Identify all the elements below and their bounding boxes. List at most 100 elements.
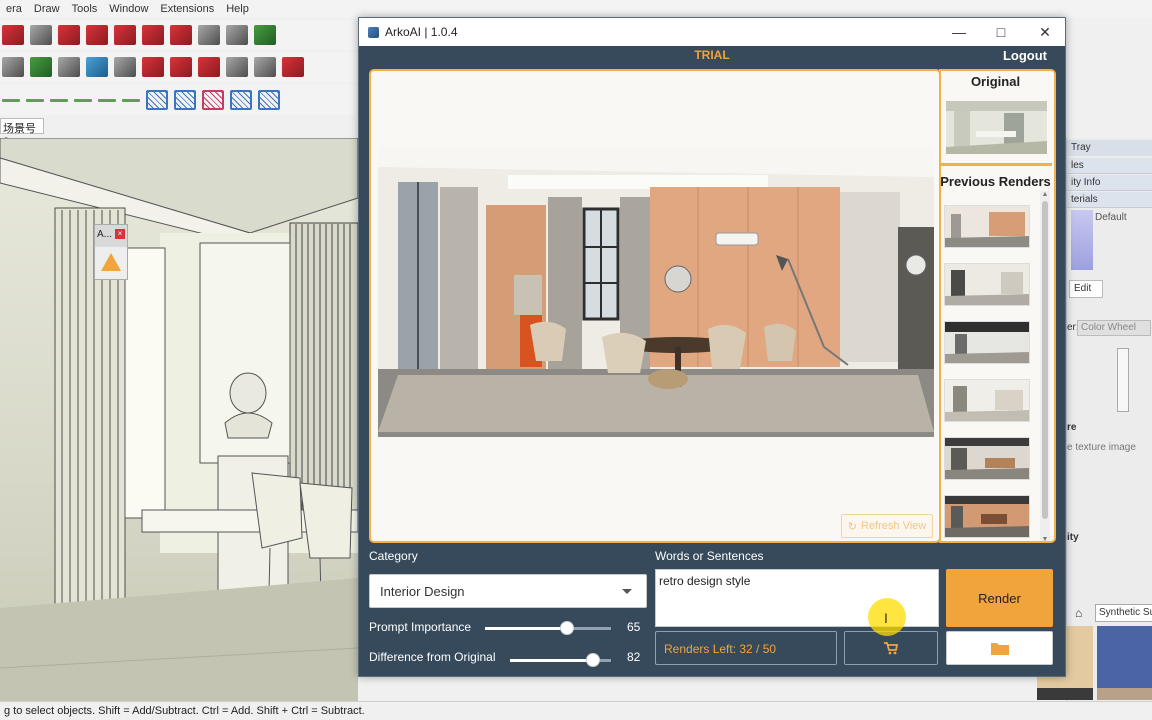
scrollbar-thumb[interactable] [1042, 201, 1048, 519]
launcher-close-icon[interactable]: × [115, 229, 125, 239]
previous-render-thumb[interactable] [944, 437, 1030, 480]
original-heading: Original [970, 74, 1021, 89]
close-icon[interactable]: ✕ [1023, 18, 1067, 46]
scene-tab[interactable]: 场景号2 [0, 118, 44, 148]
menu-extensions[interactable]: Extensions [154, 0, 220, 18]
push-pull-icon[interactable] [58, 25, 80, 45]
drape-icon[interactable] [198, 57, 220, 77]
edge-remove-icon[interactable] [50, 98, 68, 102]
minimize-icon[interactable]: — [937, 18, 981, 46]
previous-render-thumb[interactable] [944, 379, 1030, 422]
follow-me-icon[interactable] [86, 25, 108, 45]
stamp-icon[interactable] [170, 57, 192, 77]
scroll-down-icon[interactable]: ▼ [1041, 536, 1049, 541]
text-cursor-icon: I [884, 610, 888, 626]
difference-slider[interactable] [510, 653, 611, 667]
text-tool-icon[interactable] [226, 25, 248, 45]
prompt-importance-slider[interactable] [485, 621, 611, 635]
face-style-icon[interactable] [30, 57, 52, 77]
home-icon[interactable]: ⌂ [1075, 606, 1082, 620]
flip-edge-icon[interactable] [254, 57, 276, 77]
target-icon[interactable] [114, 57, 136, 77]
from-contours-icon[interactable] [282, 57, 304, 77]
line-remove-icon[interactable] [122, 98, 140, 102]
opacity-label: ity [1067, 532, 1079, 543]
tray-panel-styles[interactable]: les [1067, 158, 1152, 174]
material-swatch[interactable] [1071, 210, 1093, 270]
tray-panel-entity-info[interactable]: ity Info [1067, 175, 1152, 191]
refresh-view-button[interactable]: ↻ Refresh View [841, 514, 933, 538]
table-icon[interactable] [230, 90, 252, 110]
material-tile-blue[interactable] [1097, 626, 1152, 688]
words-label: Words or Sentences [655, 549, 764, 563]
paint-bucket-icon[interactable] [254, 25, 276, 45]
scale-tool-icon[interactable] [170, 25, 192, 45]
previous-renders-heading: Previous Renders [940, 174, 1051, 189]
move-tool-icon[interactable] [114, 25, 136, 45]
menu-draw[interactable]: Draw [28, 0, 66, 18]
menu-help[interactable]: Help [220, 0, 255, 18]
edge-style-icon[interactable] [2, 98, 20, 102]
toolbar-draw [0, 20, 360, 50]
texture-label[interactable]: e texture image [1067, 442, 1136, 453]
rotate-tool-icon[interactable] [142, 25, 164, 45]
material-search-input[interactable]: Synthetic Sur [1095, 604, 1152, 622]
eraser-icon[interactable] [2, 57, 24, 77]
line-icon[interactable] [74, 98, 92, 102]
arkoai-app-icon [368, 26, 379, 38]
category-select[interactable]: Interior Design [369, 574, 647, 608]
previous-render-thumb[interactable] [944, 321, 1030, 364]
slider-fill [485, 627, 567, 630]
tray-panel-materials[interactable]: terials [1067, 192, 1152, 208]
material-name: Default [1095, 212, 1127, 223]
render-image[interactable] [378, 147, 934, 437]
smoove-icon[interactable] [142, 57, 164, 77]
renders-scrollbar[interactable]: ▲ ▼ [1040, 191, 1050, 541]
cart-button[interactable] [844, 631, 938, 665]
scroll-up-icon[interactable]: ▲ [1041, 191, 1049, 198]
previous-render-thumb[interactable] [944, 263, 1030, 306]
original-thumbnail-image [946, 101, 1047, 154]
trial-badge: TRIAL [694, 48, 730, 62]
previous-render-thumb[interactable] [944, 205, 1030, 248]
sketchup-viewport[interactable] [0, 138, 358, 701]
grid-remove-icon[interactable] [202, 90, 224, 110]
line-add-icon[interactable] [98, 98, 116, 102]
arko-launcher-panel: A... × [94, 224, 128, 280]
arko-logo-icon[interactable] [101, 253, 121, 271]
logout-button[interactable]: Logout [1003, 48, 1047, 63]
folder-icon [990, 643, 1009, 655]
render-button[interactable]: Render [946, 569, 1053, 627]
layers-icon[interactable] [58, 57, 80, 77]
toolbar-edges [0, 85, 360, 115]
default-tray: Tray les ity Info terials Default Edit e… [1037, 138, 1152, 701]
add-detail-icon[interactable] [226, 57, 248, 77]
arkoai-titlebar[interactable]: ArkoAI | 1.0.4 — □ ✕ [359, 18, 1065, 46]
maximize-icon[interactable]: □ [979, 18, 1023, 46]
slider-knob[interactable] [560, 621, 574, 635]
open-folder-button[interactable] [946, 631, 1053, 665]
material-tile-dark[interactable] [1037, 688, 1093, 700]
picker-select[interactable]: Color Wheel [1077, 320, 1151, 336]
previous-render-thumb[interactable] [944, 495, 1030, 538]
style-active-icon[interactable] [86, 57, 108, 77]
menu-tools[interactable]: Tools [66, 0, 104, 18]
render-illustration [378, 147, 934, 437]
grid-add-icon[interactable] [174, 90, 196, 110]
arc-tool-icon[interactable] [2, 25, 24, 45]
edge-add-icon[interactable] [26, 98, 44, 102]
menu-window[interactable]: Window [103, 0, 154, 18]
menu-camera[interactable]: era [0, 0, 28, 18]
color-slider[interactable] [1117, 348, 1129, 412]
shape-tool-icon[interactable] [30, 25, 52, 45]
original-thumbnail[interactable] [946, 101, 1047, 154]
tape-measure-icon[interactable] [198, 25, 220, 45]
sidebar-divider [939, 163, 1052, 166]
table-add-icon[interactable] [258, 90, 280, 110]
slider-knob[interactable] [586, 653, 600, 667]
tab-edit[interactable]: Edit [1069, 280, 1103, 298]
material-tile-brown[interactable] [1097, 688, 1152, 700]
difference-label: Difference from Original [369, 650, 496, 664]
tray-title[interactable]: Tray [1067, 140, 1152, 156]
grid-icon[interactable] [146, 90, 168, 110]
